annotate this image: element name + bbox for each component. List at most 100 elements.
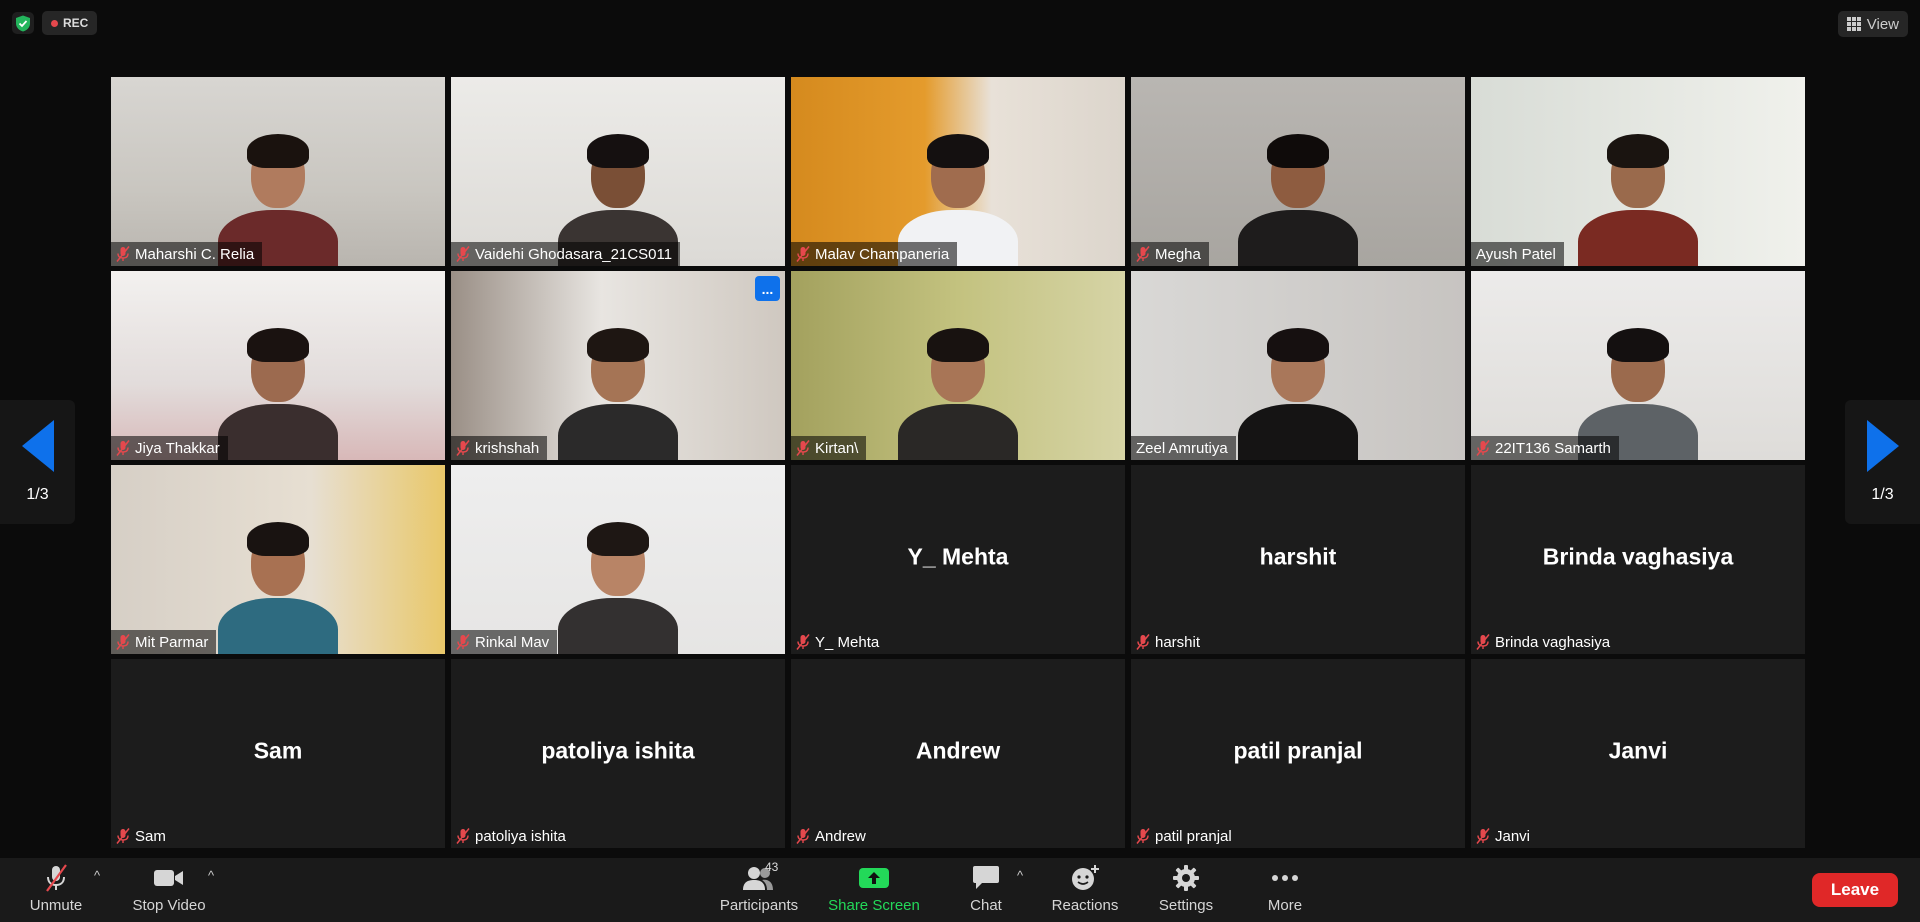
video-feed xyxy=(111,465,445,654)
participant-name-tag: Ayush Patel xyxy=(1471,242,1564,266)
participant-tile[interactable]: krishshah... xyxy=(451,271,785,460)
participant-tile[interactable]: Vaidehi Ghodasara_21CS011 xyxy=(451,77,785,266)
participant-name: Rinkal Mav xyxy=(475,633,550,651)
participant-name-tag: Rinkal Mav xyxy=(451,630,558,654)
participant-silhouette xyxy=(553,310,683,460)
participant-name-tag: Sam xyxy=(111,824,174,848)
settings-button[interactable]: Settings xyxy=(1155,864,1217,918)
view-button[interactable]: View xyxy=(1837,11,1908,37)
participant-tile[interactable]: Kirtan\ xyxy=(791,271,1125,460)
participants-button[interactable]: 43 Participants xyxy=(713,860,805,918)
participant-display-name: patil pranjal xyxy=(1233,736,1363,763)
participant-name: Kirtan\ xyxy=(815,439,859,457)
participant-tile[interactable]: patoliya ishita patoliya ishita xyxy=(451,659,785,848)
audio-options-caret-icon[interactable]: ^ xyxy=(94,868,100,883)
recording-dot-icon xyxy=(51,19,58,27)
video-feed xyxy=(111,271,445,460)
video-feed xyxy=(1471,271,1805,460)
participant-tile[interactable]: 22IT136 Samarth xyxy=(1471,271,1805,460)
participant-name: Andrew xyxy=(815,827,866,845)
recording-label: REC xyxy=(63,16,89,30)
participant-name-tag: 22IT136 Samarth xyxy=(1471,436,1619,460)
video-feed xyxy=(1131,77,1465,266)
participant-tile[interactable]: Jiya Thakkar xyxy=(111,271,445,460)
chat-label: Chat xyxy=(970,897,1002,914)
next-page-button[interactable]: 1/3 xyxy=(1845,400,1920,524)
participant-tile[interactable]: Zeel Amrutiya xyxy=(1131,271,1465,460)
participant-name: Mit Parmar xyxy=(135,633,209,651)
participant-tile[interactable]: Brinda vaghasiya Brinda vaghasiya xyxy=(1471,465,1805,654)
more-button[interactable]: More xyxy=(1262,864,1308,918)
participant-tile[interactable]: patil pranjal patil pranjal xyxy=(1131,659,1465,848)
video-feed xyxy=(1131,271,1465,460)
video-options-caret-icon[interactable]: ^ xyxy=(208,868,214,883)
participant-display-name: harshit xyxy=(1259,542,1337,569)
participant-name-tag: Brinda vaghasiya xyxy=(1471,630,1618,654)
microphone-muted-icon xyxy=(116,634,130,650)
video-feed xyxy=(451,77,785,266)
unmute-label: Unmute xyxy=(29,897,83,914)
participant-tile[interactable]: Megha xyxy=(1131,77,1465,266)
participant-name-tag: Maharshi C. Relia xyxy=(111,242,263,266)
participant-name-tag: Mit Parmar xyxy=(111,630,217,654)
participant-tile[interactable]: Mit Parmar xyxy=(111,465,445,654)
tile-more-options-button[interactable]: ... xyxy=(755,276,780,301)
page-indicator-left: 1/3 xyxy=(26,486,49,503)
participant-silhouette xyxy=(553,504,683,654)
participant-tile[interactable]: Sam Sam xyxy=(111,659,445,848)
participant-tile[interactable]: Ayush Patel xyxy=(1471,77,1805,266)
more-label: More xyxy=(1267,897,1303,914)
participant-silhouette xyxy=(1233,116,1363,266)
microphone-muted-icon xyxy=(1136,246,1150,262)
microphone-muted-icon xyxy=(116,246,130,262)
video-feed xyxy=(111,77,445,266)
arrow-right-icon xyxy=(1866,420,1899,472)
video-gallery: Maharshi C. Relia Vaidehi Ghodasara_21CS0… xyxy=(111,77,1808,848)
share-screen-icon xyxy=(857,864,891,892)
grid-view-icon xyxy=(1846,17,1861,31)
microphone-muted-icon xyxy=(1136,828,1150,844)
participant-display-name: Brinda vaghasiya xyxy=(1542,542,1734,569)
microphone-muted-icon xyxy=(1476,440,1490,456)
microphone-muted-icon xyxy=(116,440,130,456)
participant-silhouette xyxy=(213,504,343,654)
leave-button[interactable]: Leave xyxy=(1812,873,1898,907)
participants-icon: 43 xyxy=(742,860,778,892)
stop-video-button[interactable]: Stop Video xyxy=(128,864,210,918)
microphone-muted-icon xyxy=(456,828,470,844)
participant-name-tag: patil pranjal xyxy=(1131,824,1240,848)
recording-indicator[interactable]: REC xyxy=(42,11,98,35)
participant-name-tag: Jiya Thakkar xyxy=(111,436,228,460)
video-camera-icon xyxy=(152,864,186,892)
participants-label: Participants xyxy=(719,897,799,914)
participant-tile[interactable]: Andrew Andrew xyxy=(791,659,1125,848)
unmute-button[interactable]: Unmute xyxy=(22,864,90,918)
participant-tile[interactable]: Malav Champaneria xyxy=(791,77,1125,266)
participant-name-tag: harshit xyxy=(1131,630,1208,654)
chat-options-caret-icon[interactable]: ^ xyxy=(1017,868,1023,883)
microphone-muted-icon xyxy=(796,440,810,456)
shield-icon[interactable] xyxy=(12,12,34,34)
chat-icon xyxy=(969,864,1003,892)
reactions-icon xyxy=(1068,864,1102,892)
participant-tile[interactable]: Rinkal Mav xyxy=(451,465,785,654)
participant-tile[interactable]: Maharshi C. Relia xyxy=(111,77,445,266)
participant-silhouette xyxy=(213,310,343,460)
chat-button[interactable]: Chat xyxy=(962,864,1010,918)
previous-page-button[interactable]: 1/3 xyxy=(0,400,75,524)
participant-name: Sam xyxy=(135,827,166,845)
participant-name: Ayush Patel xyxy=(1476,245,1556,263)
participant-name: Y_ Mehta xyxy=(815,633,880,651)
more-dots-icon xyxy=(1268,864,1302,892)
microphone-muted-icon xyxy=(1476,634,1490,650)
participant-tile[interactable]: Janvi Janvi xyxy=(1471,659,1805,848)
participant-name: Maharshi C. Relia xyxy=(135,245,255,263)
reactions-button[interactable]: Reactions xyxy=(1047,864,1123,918)
participant-tile[interactable]: harshit harshit xyxy=(1131,465,1465,654)
participant-name: Malav Champaneria xyxy=(815,245,950,263)
share-screen-button[interactable]: Share Screen xyxy=(825,864,923,918)
microphone-muted-icon xyxy=(116,828,130,844)
participant-silhouette xyxy=(893,310,1023,460)
participant-tile[interactable]: Y_ Mehta Y_ Mehta xyxy=(791,465,1125,654)
video-feed xyxy=(451,271,785,460)
